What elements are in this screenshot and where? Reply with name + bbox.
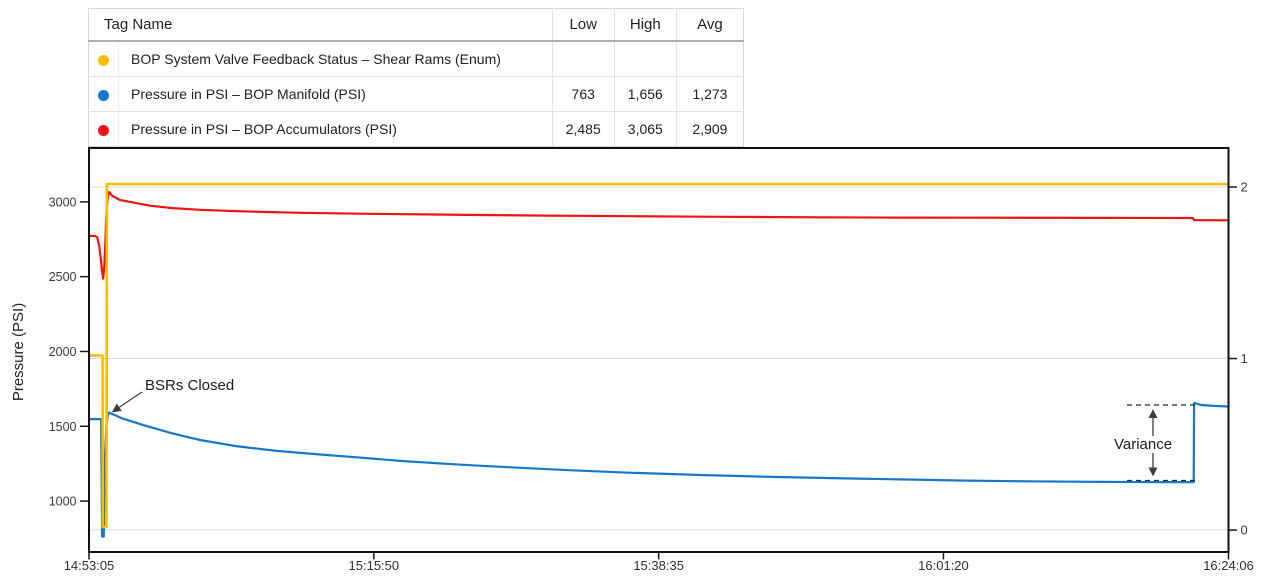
plot-area[interactable] bbox=[89, 148, 1229, 552]
x-tick-label: 14:53:05 bbox=[64, 558, 115, 573]
y-left-tick-label: 2500 bbox=[49, 270, 77, 284]
y-left-tick-label: 1000 bbox=[49, 495, 77, 509]
bsr-closed-label: BSRs Closed bbox=[145, 377, 234, 394]
bop-trend-page: Tag Name Low High Avg BOP System Valve F… bbox=[0, 0, 1262, 579]
x-tick-label: 15:38:35 bbox=[633, 558, 684, 573]
y-left-tick-label: 2000 bbox=[49, 345, 77, 359]
trend-chart-canvas: 1000 1500 2000 2500 3000 0 1 2 14:53:05 15:15:50 1… bbox=[0, 0, 1262, 579]
variance-label: Variance bbox=[1112, 436, 1174, 453]
y-right-tick-label: 1 bbox=[1241, 351, 1248, 366]
y-right-tick-label: 0 bbox=[1241, 523, 1248, 538]
x-tick-label: 15:15:50 bbox=[349, 558, 400, 573]
y-left-tick-label: 3000 bbox=[49, 195, 77, 209]
y-right-tick-label: 2 bbox=[1241, 180, 1248, 195]
x-tick-label: 16:01:20 bbox=[918, 558, 969, 573]
x-tick-label: 16:24:06 bbox=[1203, 558, 1254, 573]
y-axis-title: Pressure (PSI) bbox=[10, 303, 27, 401]
y-left-tick-label: 1500 bbox=[49, 420, 77, 434]
